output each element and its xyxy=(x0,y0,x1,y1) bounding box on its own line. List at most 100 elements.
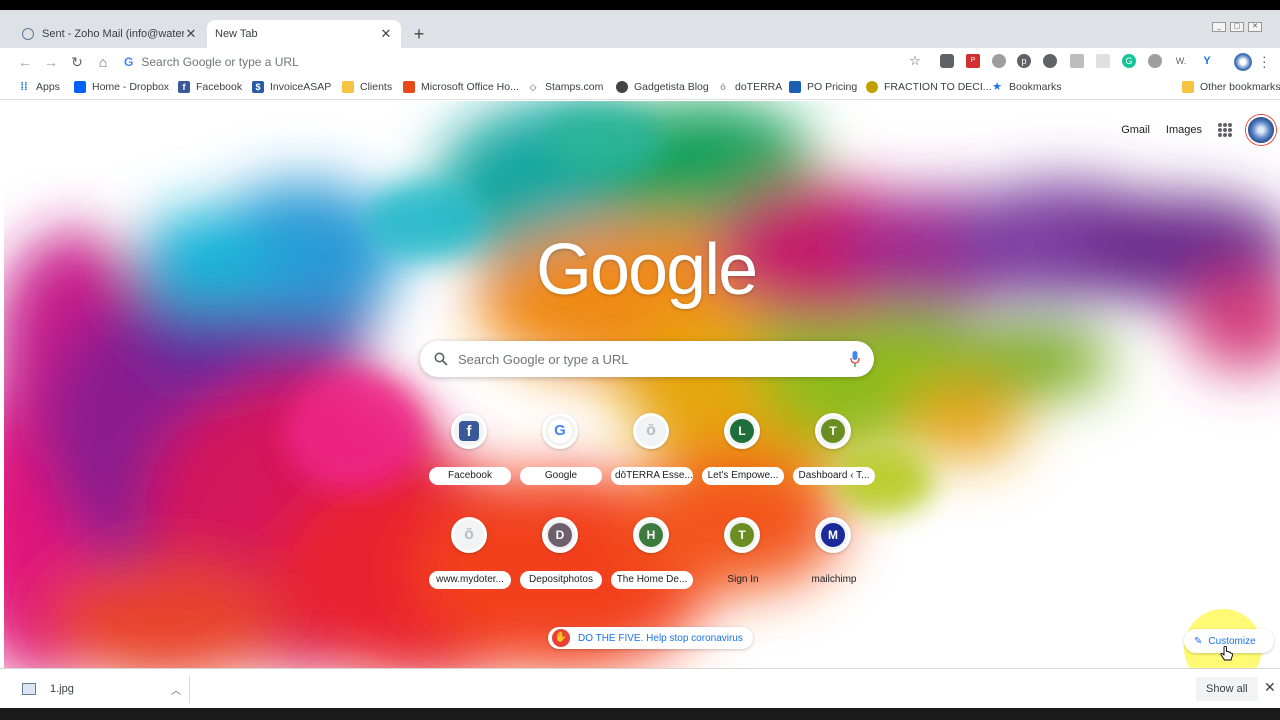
bookmark-label: Clients xyxy=(360,81,393,93)
pocket-icon[interactable] xyxy=(940,54,954,68)
extension-icon[interactable] xyxy=(1148,54,1162,68)
shortcut-tile[interactable]: f Facebook xyxy=(425,409,513,501)
reload-icon[interactable]: ↻ xyxy=(64,54,90,71)
google-apps-icon[interactable] xyxy=(1218,123,1232,137)
bookmark-label: Home - Dropbox xyxy=(92,81,170,93)
shortcut-tile[interactable]: T Dashboard ‹ T... xyxy=(789,409,877,501)
profile-avatar[interactable] xyxy=(1234,53,1252,71)
google-g-icon: G xyxy=(548,419,572,443)
bookmark-bookmarks[interactable]: ★ Bookmarks xyxy=(991,81,1061,93)
shortcut-label: Facebook xyxy=(429,467,511,485)
tab-zoho-mail[interactable]: Sent - Zoho Mail (info@waterbur... ✕ xyxy=(14,20,206,48)
bookmark-po-pricing[interactable]: PO Pricing xyxy=(789,81,857,93)
bookmark-doterra[interactable]: ō doTERRA xyxy=(717,81,782,93)
bookmark-other[interactable]: Other bookmarks xyxy=(1182,81,1280,93)
tab-title: Sent - Zoho Mail (info@waterbur... xyxy=(42,28,184,40)
blog-icon xyxy=(616,81,628,93)
promo-link[interactable]: ✋ DO THE FIVE. Help stop coronavirus xyxy=(548,627,753,649)
letter-t-icon: T xyxy=(821,419,845,443)
screen-bottom-edge xyxy=(0,708,1280,720)
shortcut-tile[interactable]: D Depositphotos xyxy=(516,513,604,605)
image-file-icon xyxy=(22,683,36,695)
bookmark-label: PO Pricing xyxy=(807,81,858,93)
bookmark-label: Microsoft Office Ho... xyxy=(421,81,519,93)
search-box[interactable] xyxy=(420,341,874,377)
bookmark-dropbox[interactable]: Home - Dropbox xyxy=(74,81,169,93)
download-item[interactable]: 1.jpg ︿ xyxy=(14,675,190,703)
extension-icon[interactable]: W. xyxy=(1174,54,1188,68)
bookmark-invoiceasap[interactable]: $ InvoiceASAP xyxy=(252,81,331,93)
maximize-icon[interactable]: ▢ xyxy=(1230,22,1244,32)
shortcut-label: Depositphotos xyxy=(520,571,602,589)
tab-new-tab[interactable]: New Tab ✕ xyxy=(207,20,401,48)
menu-icon[interactable]: · · · xyxy=(1262,49,1268,73)
hand-icon: ✋ xyxy=(552,629,570,647)
forward-arrow-icon[interactable]: → xyxy=(38,54,64,70)
shortcut-tile[interactable]: M mailchimp xyxy=(789,513,877,605)
bookmark-label: Facebook xyxy=(196,81,243,93)
letter-d-icon: D xyxy=(548,523,572,547)
shortcut-icon-wrap: H xyxy=(633,517,669,553)
chevron-up-icon[interactable]: ︿ xyxy=(171,682,181,697)
pinterest-icon[interactable]: p xyxy=(1017,54,1031,68)
shortcut-tile[interactable]: T Sign In xyxy=(698,513,786,605)
bookmark-facebook[interactable]: f Facebook xyxy=(178,81,242,93)
bookmark-clients[interactable]: Clients xyxy=(342,81,392,93)
grammarly-icon[interactable]: G xyxy=(1122,54,1136,68)
bookmark-label: Apps xyxy=(36,81,60,93)
gmail-link[interactable]: Gmail xyxy=(1121,124,1150,136)
shortcut-icon-wrap: G xyxy=(542,413,578,449)
header-links: Gmail Images xyxy=(1121,115,1280,145)
shortcut-tile[interactable]: L Let's Empowe... xyxy=(698,409,786,501)
account-avatar[interactable] xyxy=(1246,115,1276,145)
shortcut-label: The Home De... xyxy=(611,571,693,589)
extension-icon[interactable] xyxy=(1043,54,1057,68)
shortcut-label: Let's Empowe... xyxy=(702,467,784,485)
new-tab-page: Gmail Images Google f xyxy=(4,101,1280,668)
po-pricing-icon xyxy=(789,81,801,93)
bookmark-gadgetista[interactable]: Gadgetista Blog xyxy=(616,81,709,93)
folder-icon xyxy=(1182,81,1194,93)
bookmark-fraction[interactable]: FRACTION TO DECI... xyxy=(866,81,992,93)
minimize-icon[interactable]: _ xyxy=(1212,22,1226,32)
microphone-icon[interactable] xyxy=(850,351,860,367)
bookmark-microsoft-office[interactable]: Microsoft Office Ho... xyxy=(403,81,519,93)
shortcut-tile[interactable]: ō www.mydoter... xyxy=(425,513,513,605)
bookmark-apps[interactable]: ⁞⁞ Apps xyxy=(18,81,60,93)
images-link[interactable]: Images xyxy=(1166,124,1202,136)
extension-icon[interactable] xyxy=(1096,54,1110,68)
google-g-icon: G xyxy=(124,55,134,69)
dropbox-icon xyxy=(74,81,86,93)
new-tab-button[interactable]: + xyxy=(408,24,430,46)
folder-icon xyxy=(342,81,354,93)
bookmark-label: FRACTION TO DECI... xyxy=(884,81,992,93)
close-icon[interactable]: ✕ xyxy=(184,26,198,42)
pdf-extension-icon[interactable]: P xyxy=(966,54,980,68)
back-arrow-icon[interactable]: ← xyxy=(12,54,38,70)
shortcut-icon-wrap: L xyxy=(724,413,760,449)
shortcut-tile[interactable]: H The Home De... xyxy=(607,513,695,605)
zoho-mail-icon xyxy=(22,28,34,40)
shortcut-tile[interactable]: ō dōTERRA Esse... xyxy=(607,409,695,501)
close-icon[interactable]: ✕ xyxy=(1264,679,1276,696)
address-bar[interactable]: G Search Google or type a URL xyxy=(124,51,904,73)
shortcut-label: mailchimp xyxy=(811,574,857,585)
home-icon[interactable]: ⌂ xyxy=(90,54,116,70)
browser-window: Sent - Zoho Mail (info@waterbur... ✕ New… xyxy=(0,0,1280,720)
search-input[interactable] xyxy=(458,351,850,367)
close-window-icon[interactable]: ✕ xyxy=(1248,22,1262,32)
bookmark-label: Other bookmarks xyxy=(1200,81,1280,93)
extension-icon[interactable] xyxy=(1070,54,1084,68)
window-controls: _ ▢ ✕ xyxy=(1212,22,1262,32)
show-all-button[interactable]: Show all xyxy=(1196,677,1258,701)
extension-icon[interactable] xyxy=(992,54,1006,68)
bookmark-stamps[interactable]: ◇ Stamps.com xyxy=(527,81,604,93)
google-logo: Google xyxy=(536,230,758,310)
star-icon[interactable]: ☆ xyxy=(908,54,922,68)
shortcut-icon-wrap: T xyxy=(724,517,760,553)
extension-icon[interactable]: Y xyxy=(1200,54,1214,68)
doterra-icon: ō xyxy=(646,422,656,439)
promo-text: DO THE FIVE. Help stop coronavirus xyxy=(578,632,743,644)
shortcut-tile[interactable]: G Google xyxy=(516,409,604,501)
close-icon[interactable]: ✕ xyxy=(379,26,393,42)
